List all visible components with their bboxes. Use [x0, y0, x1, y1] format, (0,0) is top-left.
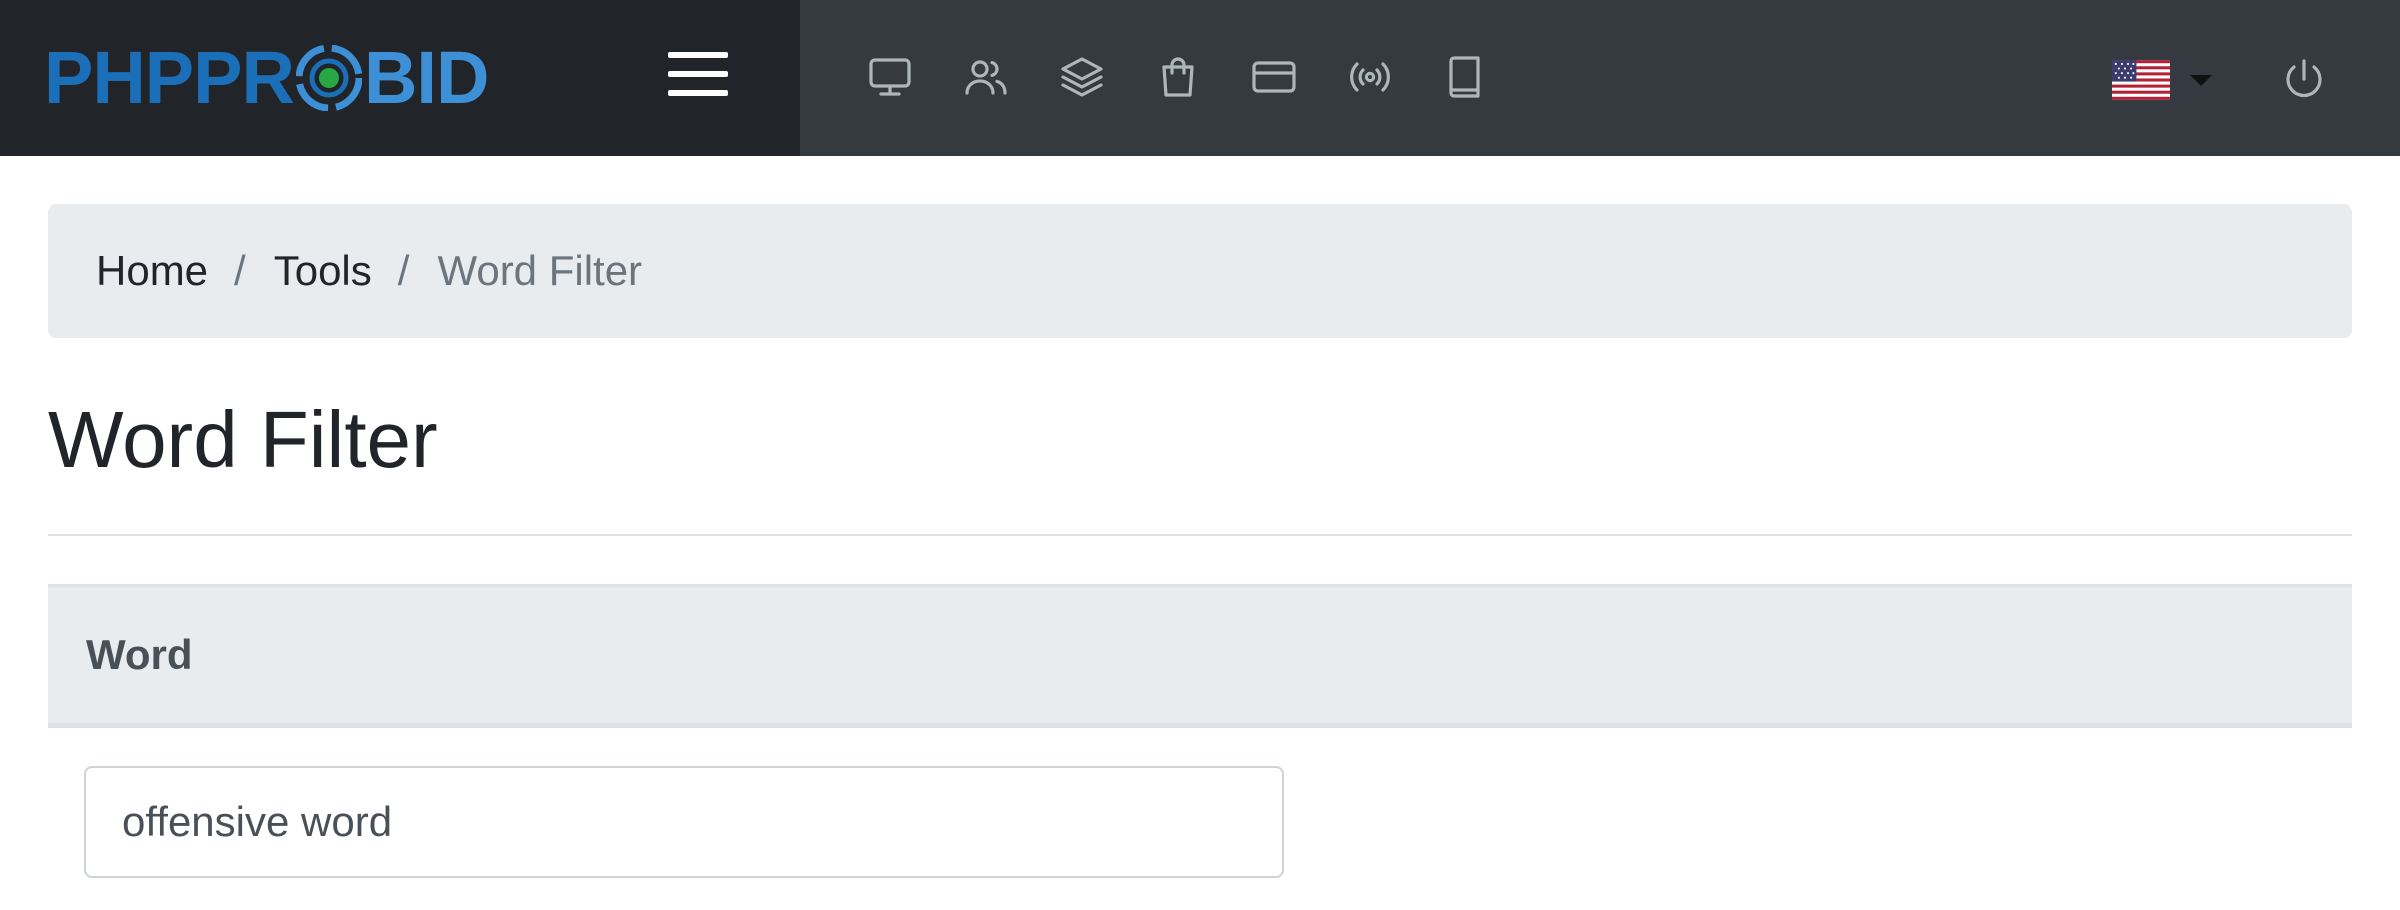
users-icon[interactable]	[962, 52, 1010, 102]
language-dropdown[interactable]	[2112, 58, 2212, 102]
broadcast-icon[interactable]	[1346, 52, 1394, 102]
hamburger-icon-bar	[668, 90, 728, 96]
shopping-bag-icon[interactable]	[1154, 52, 1202, 102]
hamburger-icon	[668, 52, 728, 58]
word-input[interactable]	[84, 766, 1284, 878]
caret-down-icon	[2190, 74, 2212, 86]
hamburger-icon-bar	[668, 71, 728, 77]
breadcrumb: Home / Tools / Word Filter	[48, 204, 2352, 338]
logo-text-first: PHPPR	[44, 36, 295, 119]
title-divider	[48, 534, 2352, 536]
column-header-word: Word	[86, 631, 193, 678]
top-navbar: PHPPR BID	[0, 0, 2400, 156]
breadcrumb-tools[interactable]: Tools	[274, 247, 372, 295]
logo-text-second: BID	[363, 36, 489, 119]
breadcrumb-current: Word Filter	[437, 247, 643, 294]
monitor-icon[interactable]	[866, 52, 914, 102]
page-title: Word Filter	[48, 395, 438, 484]
credit-card-icon[interactable]	[1250, 52, 1298, 102]
breadcrumb-home[interactable]: Home	[96, 247, 208, 295]
brand-logo[interactable]: PHPPR BID	[44, 36, 489, 119]
breadcrumb-separator: /	[234, 247, 246, 294]
breadcrumb-separator: /	[397, 247, 410, 294]
layers-icon[interactable]	[1058, 52, 1106, 102]
nav-icon-group	[866, 52, 1490, 108]
book-icon[interactable]	[1442, 52, 1490, 102]
hamburger-menu-button[interactable]	[666, 46, 730, 102]
us-flag-icon	[2112, 60, 2170, 100]
table-header-row: Word	[48, 584, 2352, 728]
logo-target-icon	[295, 45, 362, 111]
power-icon[interactable]	[2280, 56, 2328, 104]
